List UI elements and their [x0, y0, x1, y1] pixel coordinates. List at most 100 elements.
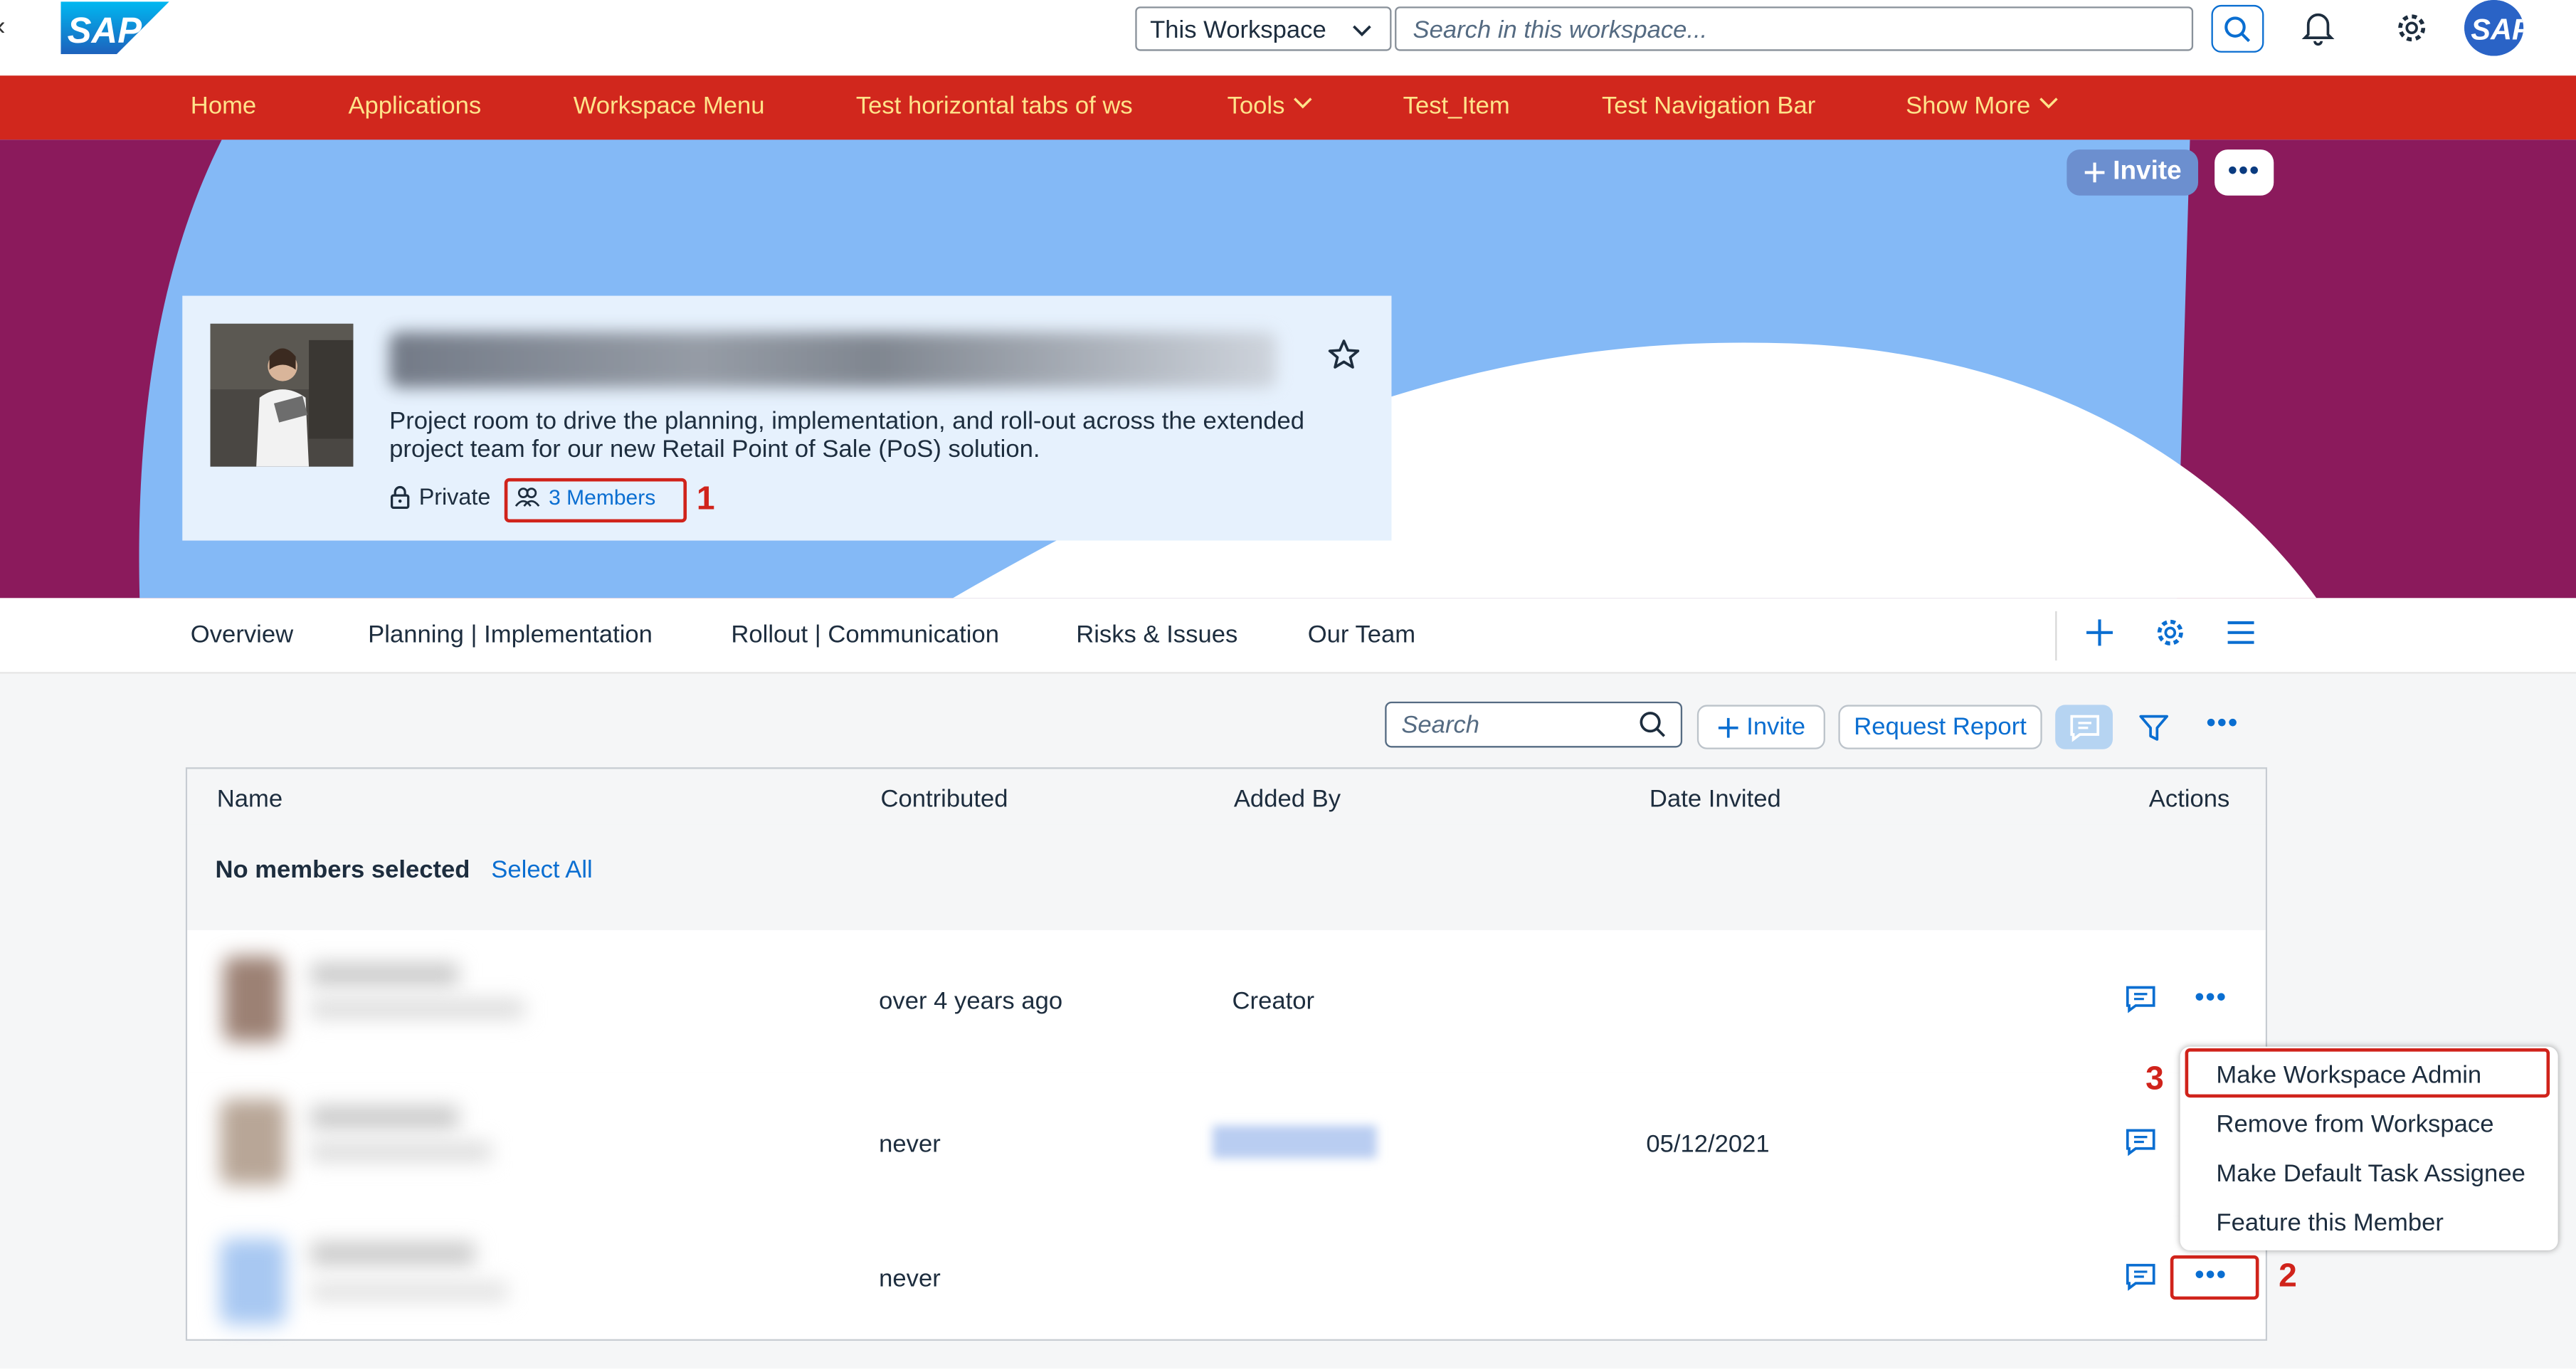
plus-icon: [1719, 717, 1738, 737]
workspace-tabs: Overview Planning | Implementation Rollo…: [0, 598, 2576, 674]
message-toggle-button[interactable]: [2055, 705, 2113, 749]
member-avatar-redacted: [220, 1099, 286, 1185]
chat-icon: [2069, 714, 2099, 742]
col-header-name[interactable]: Name: [217, 786, 283, 813]
add-page-icon[interactable]: [2083, 616, 2116, 649]
contributed-cell: over 4 years ago: [879, 987, 1063, 1016]
members-invite-button[interactable]: Invite: [1696, 705, 1825, 749]
search-icon[interactable]: [1638, 710, 1668, 739]
nav-item-test-navigation-bar[interactable]: Test Navigation Bar: [1602, 92, 1815, 120]
request-report-label: Request Report: [1854, 712, 2027, 742]
banner-more-button[interactable]: •••: [2215, 149, 2274, 196]
search-icon: [2224, 16, 2251, 42]
chevron-down-icon: [1294, 98, 1313, 109]
added-by-cell: Creator: [1232, 987, 1315, 1016]
table-row[interactable]: over 4 years ago Creator •••: [187, 929, 2266, 1075]
chat-icon[interactable]: [2124, 1262, 2157, 1292]
nav-item-test-item[interactable]: Test_Item: [1403, 92, 1510, 120]
member-name-redacted: [310, 1242, 475, 1265]
nav-item-show-more[interactable]: Show More: [1906, 92, 2060, 120]
row-more-icon[interactable]: •••: [2195, 984, 2227, 1014]
toolbar-more-icon[interactable]: •••: [2207, 710, 2239, 739]
star-icon[interactable]: [1327, 339, 1360, 372]
shell-bar: ‹ SAP This Workspace Search in this work…: [0, 0, 2576, 76]
bell-icon[interactable]: [2300, 10, 2336, 46]
global-search-input[interactable]: Search in this workspace...: [1395, 6, 2194, 51]
member-avatar-redacted: [223, 956, 283, 1042]
table-row[interactable]: never •••: [187, 1216, 2266, 1339]
svg-text:SAP: SAP: [68, 10, 142, 51]
tab-our-team[interactable]: Our Team: [1308, 621, 1415, 649]
workspace-header-card: Project room to drive the planning, impl…: [182, 295, 1392, 541]
menu-item-make-default-task-assignee[interactable]: Make Default Task Assignee: [2216, 1160, 2525, 1188]
nav-item-home[interactable]: Home: [191, 92, 256, 120]
tabs-divider: [2055, 611, 2057, 661]
user-avatar-image: SAP: [2464, 0, 2524, 56]
workspace-photo: [210, 323, 354, 467]
lock-icon: [391, 485, 410, 508]
hamburger-menu-icon[interactable]: [2224, 616, 2257, 649]
global-search-placeholder: Search in this workspace...: [1413, 16, 1708, 45]
member-title-redacted: [310, 1281, 508, 1302]
added-by-redacted: [1212, 1125, 1377, 1159]
member-avatar-redacted: [220, 1238, 286, 1324]
chat-icon[interactable]: [2124, 1127, 2157, 1157]
selection-row: No members selected Select All: [187, 824, 2266, 932]
menu-item-feature-this-member[interactable]: Feature this Member: [2216, 1209, 2444, 1237]
col-header-added-by[interactable]: Added By: [1234, 786, 1341, 813]
workspace-image: [210, 323, 354, 467]
chat-icon[interactable]: [2124, 984, 2157, 1014]
contributed-cell: never: [879, 1130, 941, 1159]
workspace-title-redacted: [389, 332, 1277, 388]
member-name-redacted: [310, 962, 459, 986]
filter-icon[interactable]: [2138, 712, 2170, 744]
annotation-box-members: [504, 478, 687, 523]
date-invited-cell: 05/12/2021: [1646, 1130, 1770, 1159]
members-invite-label: Invite: [1746, 712, 1806, 742]
back-chevron-icon[interactable]: ‹: [0, 13, 6, 43]
members-search-input[interactable]: Search: [1385, 701, 1683, 748]
member-title-redacted: [310, 1142, 492, 1162]
scope-select[interactable]: This Workspace: [1135, 6, 1392, 51]
gear-icon[interactable]: [2394, 10, 2430, 46]
sap-logo[interactable]: SAP: [60, 1, 169, 55]
col-header-contributed[interactable]: Contributed: [880, 786, 1008, 813]
plus-icon: [2084, 162, 2105, 183]
member-title-redacted: [310, 998, 524, 1019]
tab-risks-issues[interactable]: Risks & Issues: [1076, 621, 1237, 649]
table-row[interactable]: never 05/12/2021: [187, 1073, 2266, 1218]
workspace-description: Project room to drive the planning, impl…: [389, 407, 1305, 464]
scope-select-value: This Workspace: [1150, 16, 1326, 45]
nav-item-workspace-menu[interactable]: Workspace Menu: [574, 92, 765, 120]
chevron-down-icon: [2039, 98, 2058, 109]
members-search-placeholder: Search: [1401, 711, 1480, 739]
annotation-box-row-more: [2170, 1255, 2259, 1300]
annotation-step-1: 1: [696, 481, 715, 518]
privacy-label: Private: [418, 483, 491, 510]
tab-planning-implementation[interactable]: Planning | Implementation: [368, 621, 653, 649]
table-header: Name Contributed Added By Date Invited A…: [187, 769, 2266, 827]
nav-item-tools[interactable]: Tools: [1228, 92, 1315, 120]
nav-item-tools-label: Tools: [1227, 92, 1285, 120]
tab-rollout-communication[interactable]: Rollout | Communication: [731, 621, 999, 649]
svg-text:SAP: SAP: [2471, 12, 2523, 46]
privacy-indicator: Private: [389, 483, 490, 510]
member-name-redacted: [310, 1105, 459, 1129]
app-root: ‹ SAP This Workspace Search in this work…: [0, 0, 2576, 1369]
annotation-box-make-admin: [2185, 1048, 2550, 1098]
tab-overview[interactable]: Overview: [191, 621, 293, 649]
nav-item-test-horizontal-tabs[interactable]: Test horizontal tabs of ws: [856, 92, 1133, 120]
page-settings-gear-icon[interactable]: [2154, 616, 2187, 649]
request-report-button[interactable]: Request Report: [1838, 705, 2042, 749]
contributed-cell: never: [879, 1265, 941, 1293]
nav-item-applications[interactable]: Applications: [348, 92, 481, 120]
col-header-date-invited[interactable]: Date Invited: [1649, 786, 1781, 813]
banner-invite-button[interactable]: Invite: [2066, 149, 2199, 196]
select-all-link[interactable]: Select All: [491, 856, 592, 884]
annotation-step-2: 2: [2279, 1258, 2297, 1295]
menu-item-remove-from-workspace[interactable]: Remove from Workspace: [2216, 1111, 2493, 1139]
avatar[interactable]: SAP: [2464, 0, 2524, 56]
col-header-actions: Actions: [2148, 785, 2230, 813]
annotation-step-3: 3: [2145, 1061, 2164, 1098]
search-button[interactable]: [2211, 4, 2264, 53]
